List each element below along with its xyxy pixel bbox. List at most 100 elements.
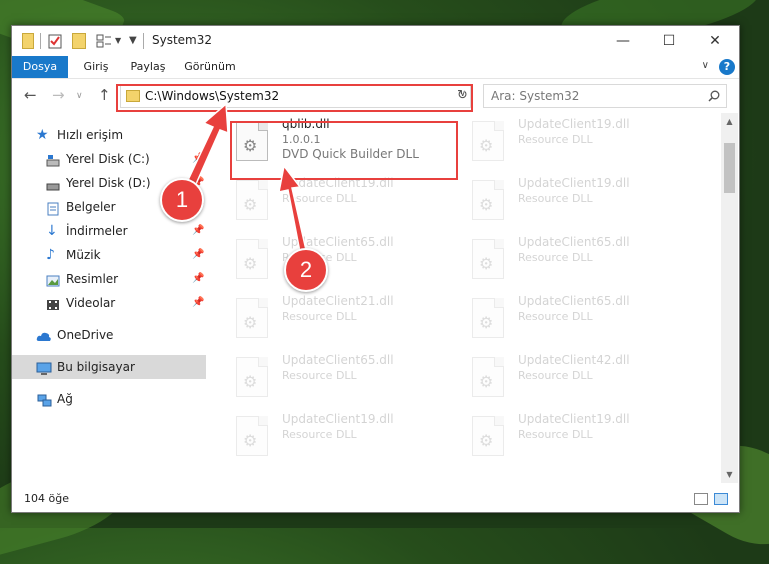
step-2-badge: 2	[284, 248, 328, 292]
sidebar-item-this-pc[interactable]: Bu bilgisayar	[12, 355, 206, 379]
gear-icon: ⚙	[243, 313, 258, 332]
dll-file-icon: ⚙	[472, 239, 504, 279]
gear-icon: ⚙	[479, 195, 494, 214]
close-button[interactable]: ✕	[692, 26, 738, 56]
file-tile[interactable]: ⚙ UpdateClient65.dll Resource DLL	[216, 231, 446, 289]
file-tile[interactable]: ⚙ UpdateClient65.dll Resource DLL	[452, 290, 682, 348]
gear-icon: ⚙	[243, 254, 258, 273]
pin-icon[interactable]: 📌	[192, 243, 204, 267]
file-tile[interactable]: ⚙ UpdateClient19.dll Resource DLL	[216, 408, 446, 466]
dll-file-icon: ⚙	[472, 121, 504, 161]
tab-view[interactable]: Görünüm	[180, 56, 240, 78]
details-view-icon[interactable]	[694, 493, 708, 505]
file-tile[interactable]: ⚙ UpdateClient19.dll Resource DLL	[452, 113, 682, 171]
file-name: UpdateClient65.dll	[518, 235, 630, 249]
gear-icon: ⚙	[243, 372, 258, 391]
sidebar-item-videos[interactable]: Videolar 📌	[12, 291, 206, 315]
file-name: UpdateClient42.dll	[518, 353, 630, 367]
new-folder-icon[interactable]	[72, 33, 86, 49]
gear-icon: ⚙	[479, 431, 494, 450]
sidebar-item-pictures[interactable]: Resimler 📌	[12, 267, 206, 291]
pin-icon[interactable]: 📌	[192, 291, 204, 315]
sidebar-item-network[interactable]: Ağ	[12, 387, 206, 411]
download-icon: ↓	[46, 223, 58, 239]
separator	[143, 33, 144, 49]
sidebar-item-label: Yerel Disk (C:)	[66, 152, 150, 166]
properties-icon[interactable]	[48, 33, 62, 49]
address-highlight	[116, 84, 473, 112]
expand-ribbon-icon[interactable]: ∨	[702, 60, 709, 71]
up-arrow-icon[interactable]: ↑	[98, 86, 111, 104]
sidebar-item-label: OneDrive	[57, 328, 114, 342]
drive-icon	[46, 152, 60, 167]
dll-file-icon: ⚙	[472, 416, 504, 456]
drive-icon	[46, 176, 60, 191]
dll-file-icon: ⚙	[472, 357, 504, 397]
scroll-up-icon[interactable]: ▲	[721, 113, 738, 130]
star-icon: ★	[36, 127, 49, 143]
file-name: UpdateClient19.dll	[282, 412, 394, 426]
dll-file-icon: ⚙	[236, 416, 268, 456]
pin-icon[interactable]: 📌	[192, 147, 204, 171]
folder-icon	[22, 33, 34, 49]
file-tile[interactable]: ⚙ UpdateClient65.dll Resource DLL	[216, 349, 446, 407]
tab-share[interactable]: Paylaş	[124, 56, 172, 78]
sidebar-item-label: Müzik	[66, 248, 101, 262]
sidebar-item-disk-c[interactable]: Yerel Disk (C:) 📌	[12, 147, 206, 171]
search-input[interactable]: Ara: System32	[483, 84, 727, 108]
music-icon: ♪	[46, 247, 55, 263]
sidebar-item-downloads[interactable]: ↓ İndirmeler 📌	[12, 219, 206, 243]
scroll-down-icon[interactable]: ▼	[721, 466, 738, 483]
sidebar-item-quick-access[interactable]: ★ Hızlı erişim	[12, 123, 206, 147]
view-options-icon[interactable]	[96, 33, 112, 49]
pin-icon[interactable]: 📌	[192, 267, 204, 291]
pin-icon[interactable]: 📌	[192, 219, 204, 243]
tab-file[interactable]: Dosya	[12, 56, 68, 78]
computer-icon	[36, 360, 52, 375]
file-name: UpdateClient19.dll	[518, 412, 630, 426]
network-icon	[36, 392, 52, 407]
file-type: Resource DLL	[518, 310, 593, 323]
file-tile[interactable]: ⚙ UpdateClient42.dll Resource DLL	[452, 349, 682, 407]
sidebar-item-onedrive[interactable]: OneDrive	[12, 323, 206, 347]
search-placeholder: Ara: System32	[491, 89, 580, 103]
pictures-icon	[46, 272, 60, 287]
file-tile[interactable]: ⚙ UpdateClient19.dll Resource DLL	[452, 408, 682, 466]
file-name: UpdateClient19.dll	[518, 117, 630, 131]
recent-locations-icon[interactable]: ∨	[76, 91, 83, 101]
sidebar-item-label: Resimler	[66, 272, 119, 286]
tab-home[interactable]: Giriş	[74, 56, 118, 78]
back-arrow-icon[interactable]: ←	[24, 86, 37, 104]
item-count: 104 öğe	[24, 492, 69, 505]
sidebar-item-label: Ağ	[57, 392, 73, 406]
file-type: Resource DLL	[282, 192, 357, 205]
file-tile[interactable]: ⚙ UpdateClient65.dll Resource DLL	[452, 231, 682, 289]
gear-icon: ⚙	[479, 313, 494, 332]
sidebar-item-music[interactable]: ♪ Müzik 📌	[12, 243, 206, 267]
gear-icon: ⚙	[243, 431, 258, 450]
dll-file-icon: ⚙	[472, 298, 504, 338]
file-tile[interactable]: ⚙ UpdateClient19.dll Resource DLL	[452, 172, 682, 230]
dll-file-icon: ⚙	[472, 180, 504, 220]
window-title: System32	[152, 33, 213, 47]
tiles-view-icon[interactable]	[714, 493, 728, 505]
file-tile[interactable]: ⚙ UpdateClient21.dll Resource DLL	[216, 290, 446, 348]
customize-toolbar-icon[interactable]: ▼	[129, 33, 137, 49]
sidebar-item-label: Bu bilgisayar	[57, 360, 135, 374]
vertical-scrollbar[interactable]: ▲ ▼	[721, 113, 738, 483]
status-bar: 104 öğe	[12, 488, 739, 512]
dropdown-chevron-icon[interactable]: ▼	[115, 33, 121, 49]
file-tile[interactable]: ⚙ UpdateClient19.dll Resource DLL	[216, 172, 446, 230]
file-type: Resource DLL	[518, 369, 593, 382]
help-button[interactable]: ?	[719, 59, 735, 75]
dll-file-icon: ⚙	[236, 180, 268, 220]
scrollbar-thumb[interactable]	[724, 143, 735, 193]
gear-icon: ⚙	[479, 254, 494, 273]
forward-arrow-icon[interactable]: →	[52, 86, 65, 104]
file-name: UpdateClient19.dll	[518, 176, 630, 190]
file-highlight	[230, 121, 458, 180]
maximize-button[interactable]: ☐	[646, 26, 692, 56]
file-name: UpdateClient65.dll	[282, 235, 394, 249]
minimize-button[interactable]: —	[600, 26, 646, 56]
sidebar-item-label: Videolar	[66, 296, 116, 310]
